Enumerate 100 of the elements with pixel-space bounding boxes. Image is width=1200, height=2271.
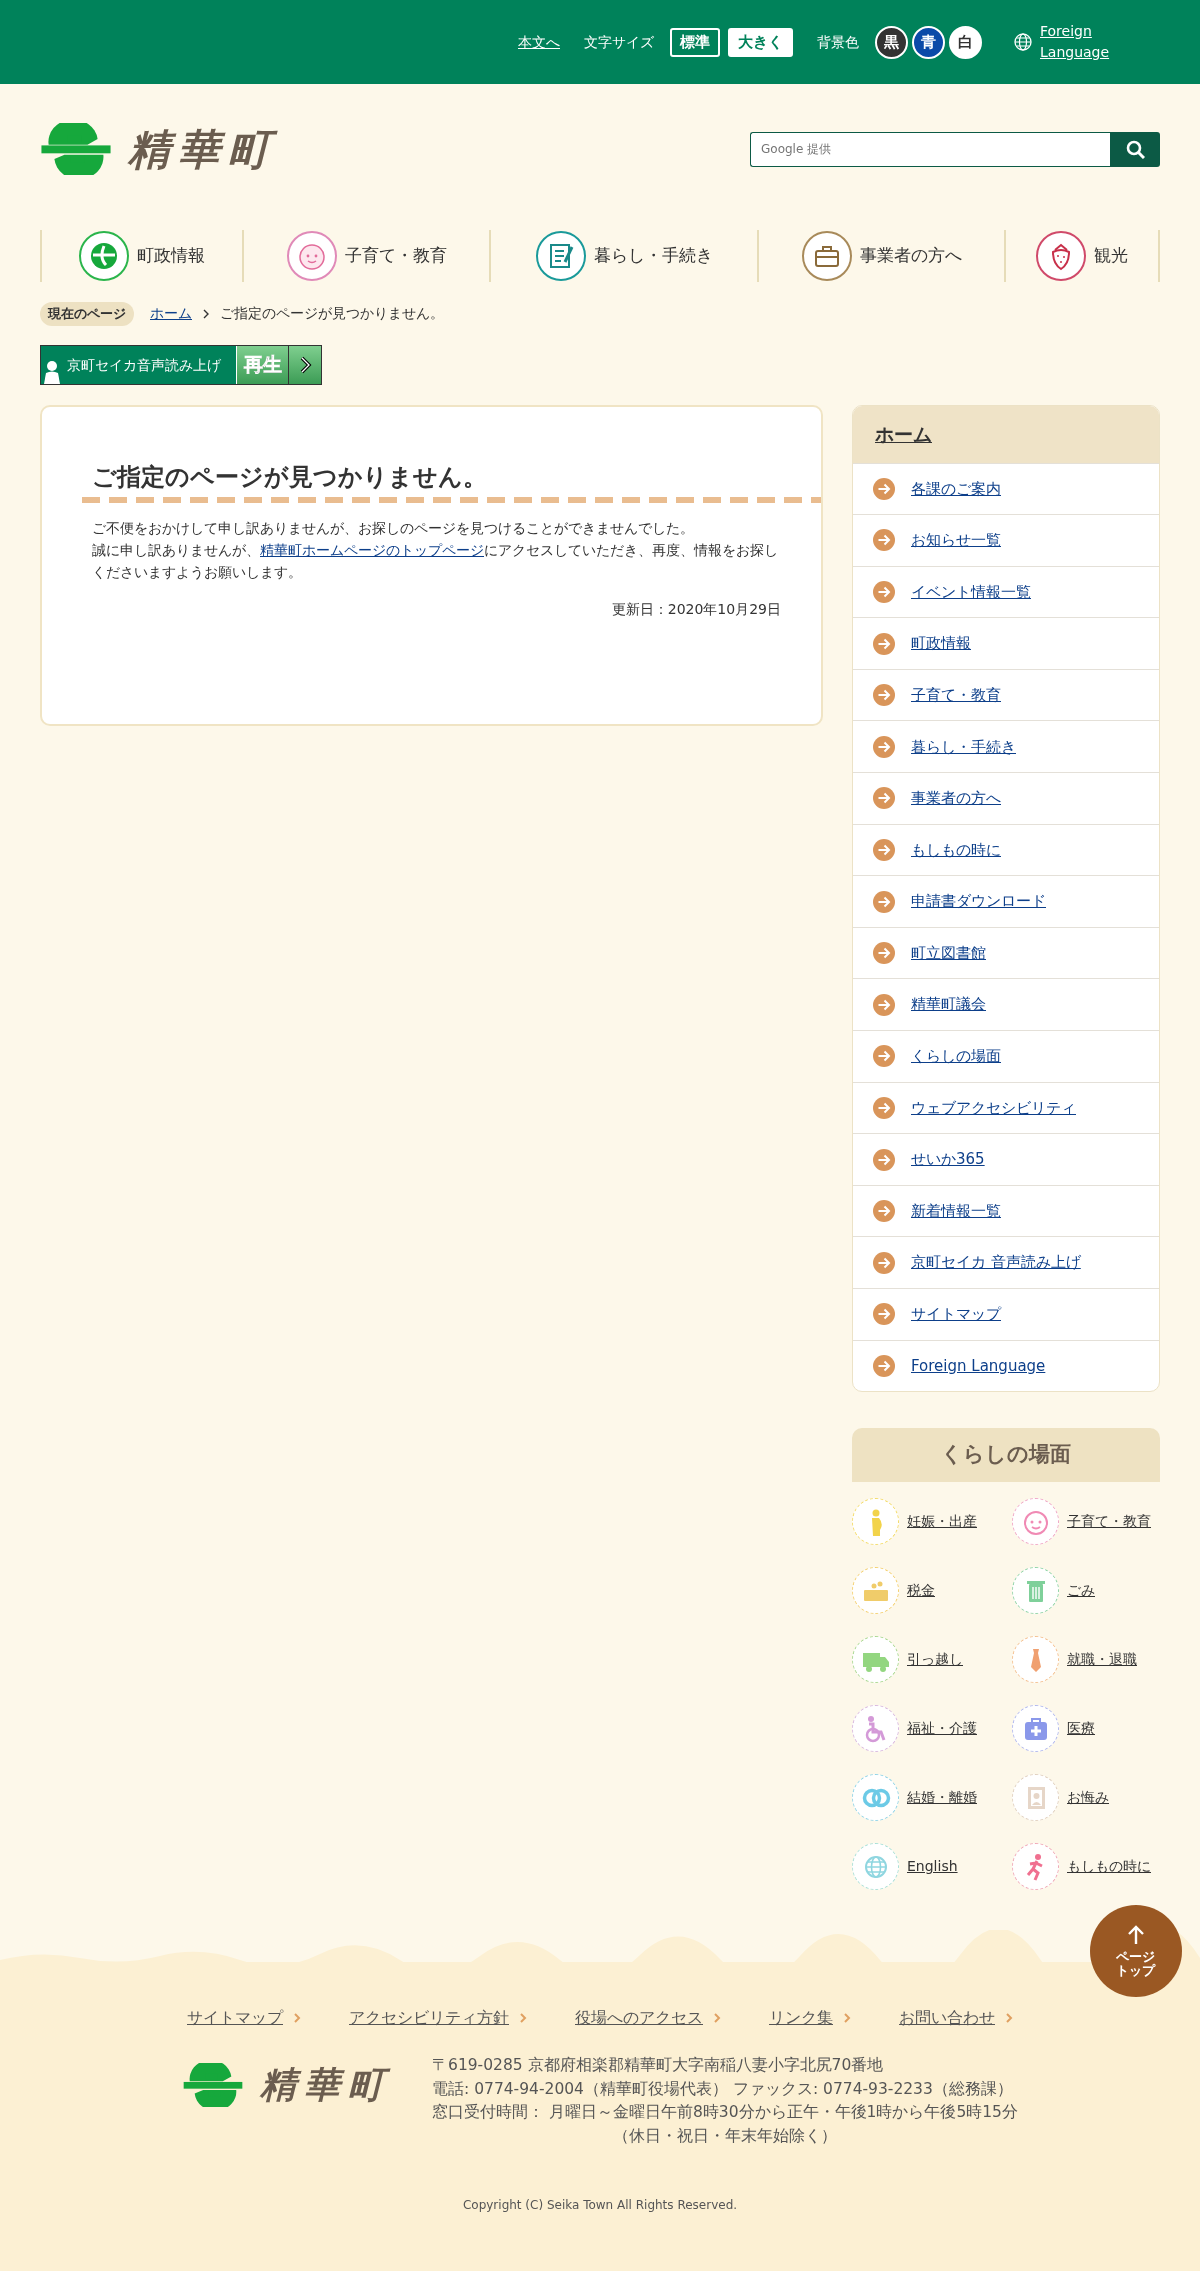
sidebar-link[interactable]: 町立図書館 [911,941,986,965]
message-text: ご不便をおかけして申し訳ありませんが、お探しのページを見つけることができませんでした。 [92,519,695,539]
chevron-icon [843,2013,851,2023]
breadcrumb-current: ご指定のページが見つかりません。 [220,304,444,324]
wheelchair-icon [852,1705,899,1753]
coins-icon [852,1567,899,1615]
search-field[interactable]: Google 提供 [750,131,1110,167]
background-color-button[interactable]: 黒 [875,25,908,59]
chevron-icon [293,2013,301,2023]
sidebar-link[interactable]: 事業者の方へ [911,787,1001,810]
life-scene-link[interactable]: 結婚・離婚 [907,1787,977,1809]
running-person-icon [1012,1843,1059,1891]
chevron-icon [1005,2013,1013,2023]
strawberry-icon [1036,231,1086,281]
baby-face-icon [1012,1498,1059,1546]
background-color-button[interactable]: 青 [912,25,945,59]
life-scene-link[interactable]: English [907,1856,958,1878]
foreign-language-link[interactable]: Foreign Language [1040,21,1112,63]
footer-link[interactable]: アクセシビリティ方針 [349,2006,509,2030]
font-size-button[interactable]: 大きく [728,27,793,57]
baby-face-icon [286,231,337,281]
chevron-icon [202,308,210,319]
globe-icon [1014,33,1032,51]
hours-note: （休日・祝日・年末年始除く） [612,2125,838,2147]
voice-reader-text: 京町セイカ音声読み上げ [67,355,221,375]
logo-text: 精華町 [260,2063,392,2107]
life-scene-link[interactable]: ごみ [1067,1580,1095,1602]
background-color-label: 背景色 [817,32,859,52]
sidebar-link[interactable]: 町政情報 [911,632,971,655]
sidebar-link[interactable]: せいか365 [911,1148,985,1171]
footer-link[interactable]: 役場へのアクセス [575,2006,703,2030]
search-icon [1125,139,1145,159]
message-text: 誠に申し訳ありませんが、精華町ホームページのトップページにアクセスしていただき、再度、情報をお探しくださいますようお願いします。 [92,541,779,583]
up-arrow-icon [1126,1923,1146,1946]
next-button[interactable] [289,345,321,384]
emblem-icon [40,123,112,175]
footer-link[interactable]: お問い合わせ [899,2006,995,2030]
trash-can-icon [1012,1567,1059,1615]
logo-text: 精華町 [128,123,278,176]
font-size-label: 文字サイズ [584,32,654,52]
nav-item[interactable]: 事業者の方へ [757,230,1004,282]
sidebar-link[interactable]: ウェブアクセシビリティ [911,1096,1076,1120]
life-scene-link[interactable]: お悔み [1067,1787,1109,1809]
truck-icon [852,1636,899,1684]
sidebar-link[interactable]: 京町セイカ 音声読み上げ [911,1251,1081,1274]
chevron-icon [298,355,312,374]
rings-icon [852,1774,899,1822]
chevron-icon [519,2013,527,2023]
sidebar-link[interactable]: イベント情報一覧 [911,580,1031,604]
section-heading: くらしの場面 [852,1428,1160,1483]
sidebar-link[interactable]: 新着情報一覧 [911,1199,1001,1223]
skip-link[interactable]: 本文へ [518,31,560,53]
sidebar-link[interactable]: 申請書ダウンロード [911,890,1046,913]
medical-bag-icon [1012,1705,1059,1753]
background-color-button[interactable]: 白 [949,25,982,59]
sidebar-link[interactable]: 各課のご案内 [911,477,1001,501]
life-scene-link[interactable]: 福祉・介護 [907,1718,977,1740]
nav-item[interactable]: 暮らし・手続き [489,230,757,282]
top-page-link[interactable]: 精華町ホームページのトップページ [260,542,484,559]
pregnant-figure-icon [852,1498,899,1546]
life-scene-link[interactable]: 医療 [1067,1718,1095,1740]
sidebar-title-link[interactable]: ホーム [875,419,932,449]
nav-item[interactable]: 町政情報 [40,230,242,282]
life-scene-link[interactable]: 就職・退職 [1067,1649,1137,1671]
life-scene-link[interactable]: もしもの時に [1067,1856,1151,1878]
sidebar-link[interactable]: 暮らし・手続き [911,735,1016,758]
notepad-icon [535,231,586,281]
nav-item[interactable]: 観光 [1004,230,1160,282]
life-scene-link[interactable]: 税金 [907,1580,935,1602]
sidebar-link[interactable]: もしもの時に [911,838,1001,862]
sidebar-link[interactable]: お知らせ一覧 [911,529,1001,552]
life-scene-link[interactable]: 引っ越し [907,1649,963,1671]
font-size-button[interactable]: 標準 [670,27,720,57]
search-button[interactable] [1110,131,1160,167]
sidebar-link[interactable]: 精華町議会 [911,993,986,1016]
globe-icon [852,1843,899,1891]
necktie-icon [1012,1636,1059,1684]
briefcase-icon [801,231,852,281]
chevron-icon [713,2013,721,2023]
hours-text: 窓口受付時間： 月曜日～金曜日午前8時30分から正午・午後1時から午後5時15分 [432,2102,1018,2123]
copyright-text: Copyright (C) Seika Town All Rights Reserved. [461,2197,739,2214]
address-text: 〒619-0285 京都府相楽郡精華町大字南稲八妻小字北尻70番地 [432,2055,885,2076]
sidebar-link[interactable]: Foreign Language [911,1354,1046,1378]
nav-item[interactable]: 子育て・教育 [242,230,489,282]
portrait-icon [1012,1774,1059,1822]
life-scene-link[interactable]: 妊娠・出産 [907,1511,977,1533]
breadcrumb-label: 現在のページ [40,302,134,326]
footer-link[interactable]: サイトマップ [187,2006,283,2030]
page-title: ご指定のページが見つかりません。 [92,462,488,492]
contact-text: 電話: 0774-94-2004（精華町役場代表） ファックス: 0774-93-2233（総務課） [432,2078,1014,2100]
sidebar-link[interactable]: サイトマップ [911,1303,1001,1326]
sidebar-link[interactable]: くらしの場面 [911,1045,1001,1068]
emblem-icon [182,2063,244,2107]
sidebar-link[interactable]: 子育て・教育 [911,683,1001,707]
update-date: 更新日：2020年10月29日 [610,600,781,620]
emblem-icon [79,231,129,281]
footer-link[interactable]: リンク集 [769,2006,833,2030]
breadcrumb-link[interactable]: ホーム [150,303,192,325]
page-top-button[interactable]: ページトップ [1090,1905,1182,1997]
life-scene-link[interactable]: 子育て・教育 [1067,1511,1151,1533]
